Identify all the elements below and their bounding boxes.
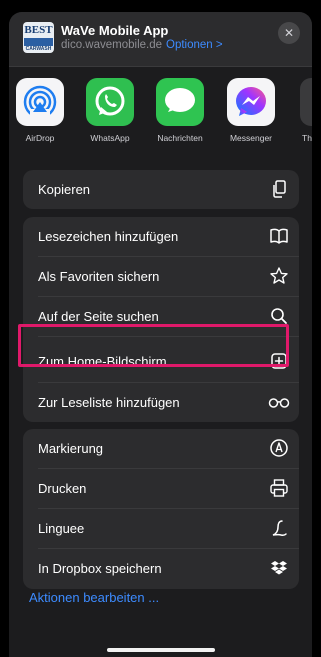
action-label: Linguee bbox=[38, 521, 85, 536]
star-icon bbox=[270, 267, 288, 284]
logo-text: BEST bbox=[24, 24, 53, 36]
messenger-icon bbox=[227, 78, 275, 126]
close-button[interactable]: ✕ bbox=[278, 22, 300, 44]
action-add-reading-list[interactable]: Zur Leseliste hinzufügen bbox=[23, 383, 299, 422]
options-link[interactable]: Optionen > bbox=[166, 39, 223, 51]
highlight-box bbox=[18, 324, 289, 367]
app-label: Messenger bbox=[229, 133, 273, 143]
action-group-page: Lesezeichen hinzufügen Als Favoriten sic… bbox=[23, 217, 299, 422]
share-target-airdrop[interactable]: AirDrop bbox=[10, 78, 70, 143]
share-target-messages[interactable]: Nachrichten bbox=[150, 78, 210, 143]
logo-subtext: CARWASH bbox=[25, 46, 52, 52]
copy-icon bbox=[273, 180, 286, 198]
edit-actions-link[interactable]: Aktionen bearbeiten ... bbox=[29, 590, 159, 605]
action-label: In Dropbox speichern bbox=[38, 561, 162, 576]
action-print[interactable]: Drucken bbox=[23, 469, 299, 508]
app-label: AirDrop bbox=[25, 133, 55, 143]
action-linguee[interactable]: Linguee bbox=[23, 509, 299, 548]
action-label: Drucken bbox=[38, 481, 87, 496]
app-label: Nachrichten bbox=[157, 133, 203, 143]
share-target-whatsapp[interactable]: WhatsApp bbox=[80, 78, 140, 143]
action-group-copy: Kopieren bbox=[23, 170, 299, 209]
page-domain: dico.wavemobile.de Optionen > bbox=[61, 39, 223, 51]
share-target-messenger[interactable]: Messenger bbox=[221, 78, 281, 143]
page-title: WaVe Mobile App bbox=[61, 23, 169, 38]
action-label: Als Favoriten sichern bbox=[38, 269, 160, 284]
action-add-bookmark[interactable]: Lesezeichen hinzufügen bbox=[23, 217, 299, 256]
share-header: BEST CARWASH WaVe Mobile App dico.wavemo… bbox=[9, 12, 312, 67]
app-label: Th bbox=[302, 133, 312, 143]
action-group-extensions: Markierung Drucken Linguee In Dropbox sp… bbox=[23, 429, 299, 589]
app-label: WhatsApp bbox=[90, 133, 130, 143]
share-targets-row: AirDrop WhatsApp Nachrichten Messenger T… bbox=[9, 78, 312, 164]
app-logo: BEST CARWASH bbox=[23, 22, 54, 53]
printer-icon bbox=[270, 479, 288, 497]
action-save-dropbox[interactable]: In Dropbox speichern bbox=[23, 549, 299, 588]
dropbox-icon bbox=[271, 561, 287, 575]
whatsapp-icon bbox=[86, 78, 134, 126]
share-target-partial[interactable]: Th bbox=[290, 78, 312, 143]
action-label: Kopieren bbox=[38, 182, 91, 197]
markup-icon bbox=[270, 439, 288, 457]
action-label: Lesezeichen hinzufügen bbox=[38, 229, 179, 244]
linguee-icon bbox=[272, 520, 287, 536]
domain-text: dico.wavemobile.de bbox=[61, 39, 163, 51]
action-copy[interactable]: Kopieren bbox=[23, 170, 299, 209]
action-markup[interactable]: Markierung bbox=[23, 429, 299, 468]
app-icon-partial bbox=[300, 78, 312, 126]
search-icon bbox=[271, 308, 287, 324]
action-label: Zur Leseliste hinzufügen bbox=[38, 395, 180, 410]
action-label: Auf der Seite suchen bbox=[38, 309, 159, 324]
glasses-icon bbox=[268, 398, 290, 408]
action-label: Markierung bbox=[38, 441, 104, 456]
action-add-favorite[interactable]: Als Favoriten sichern bbox=[23, 257, 299, 296]
airdrop-icon bbox=[16, 78, 64, 126]
home-indicator bbox=[107, 648, 215, 652]
messages-icon bbox=[156, 78, 204, 126]
logo-band bbox=[24, 38, 53, 46]
book-icon bbox=[270, 228, 288, 244]
